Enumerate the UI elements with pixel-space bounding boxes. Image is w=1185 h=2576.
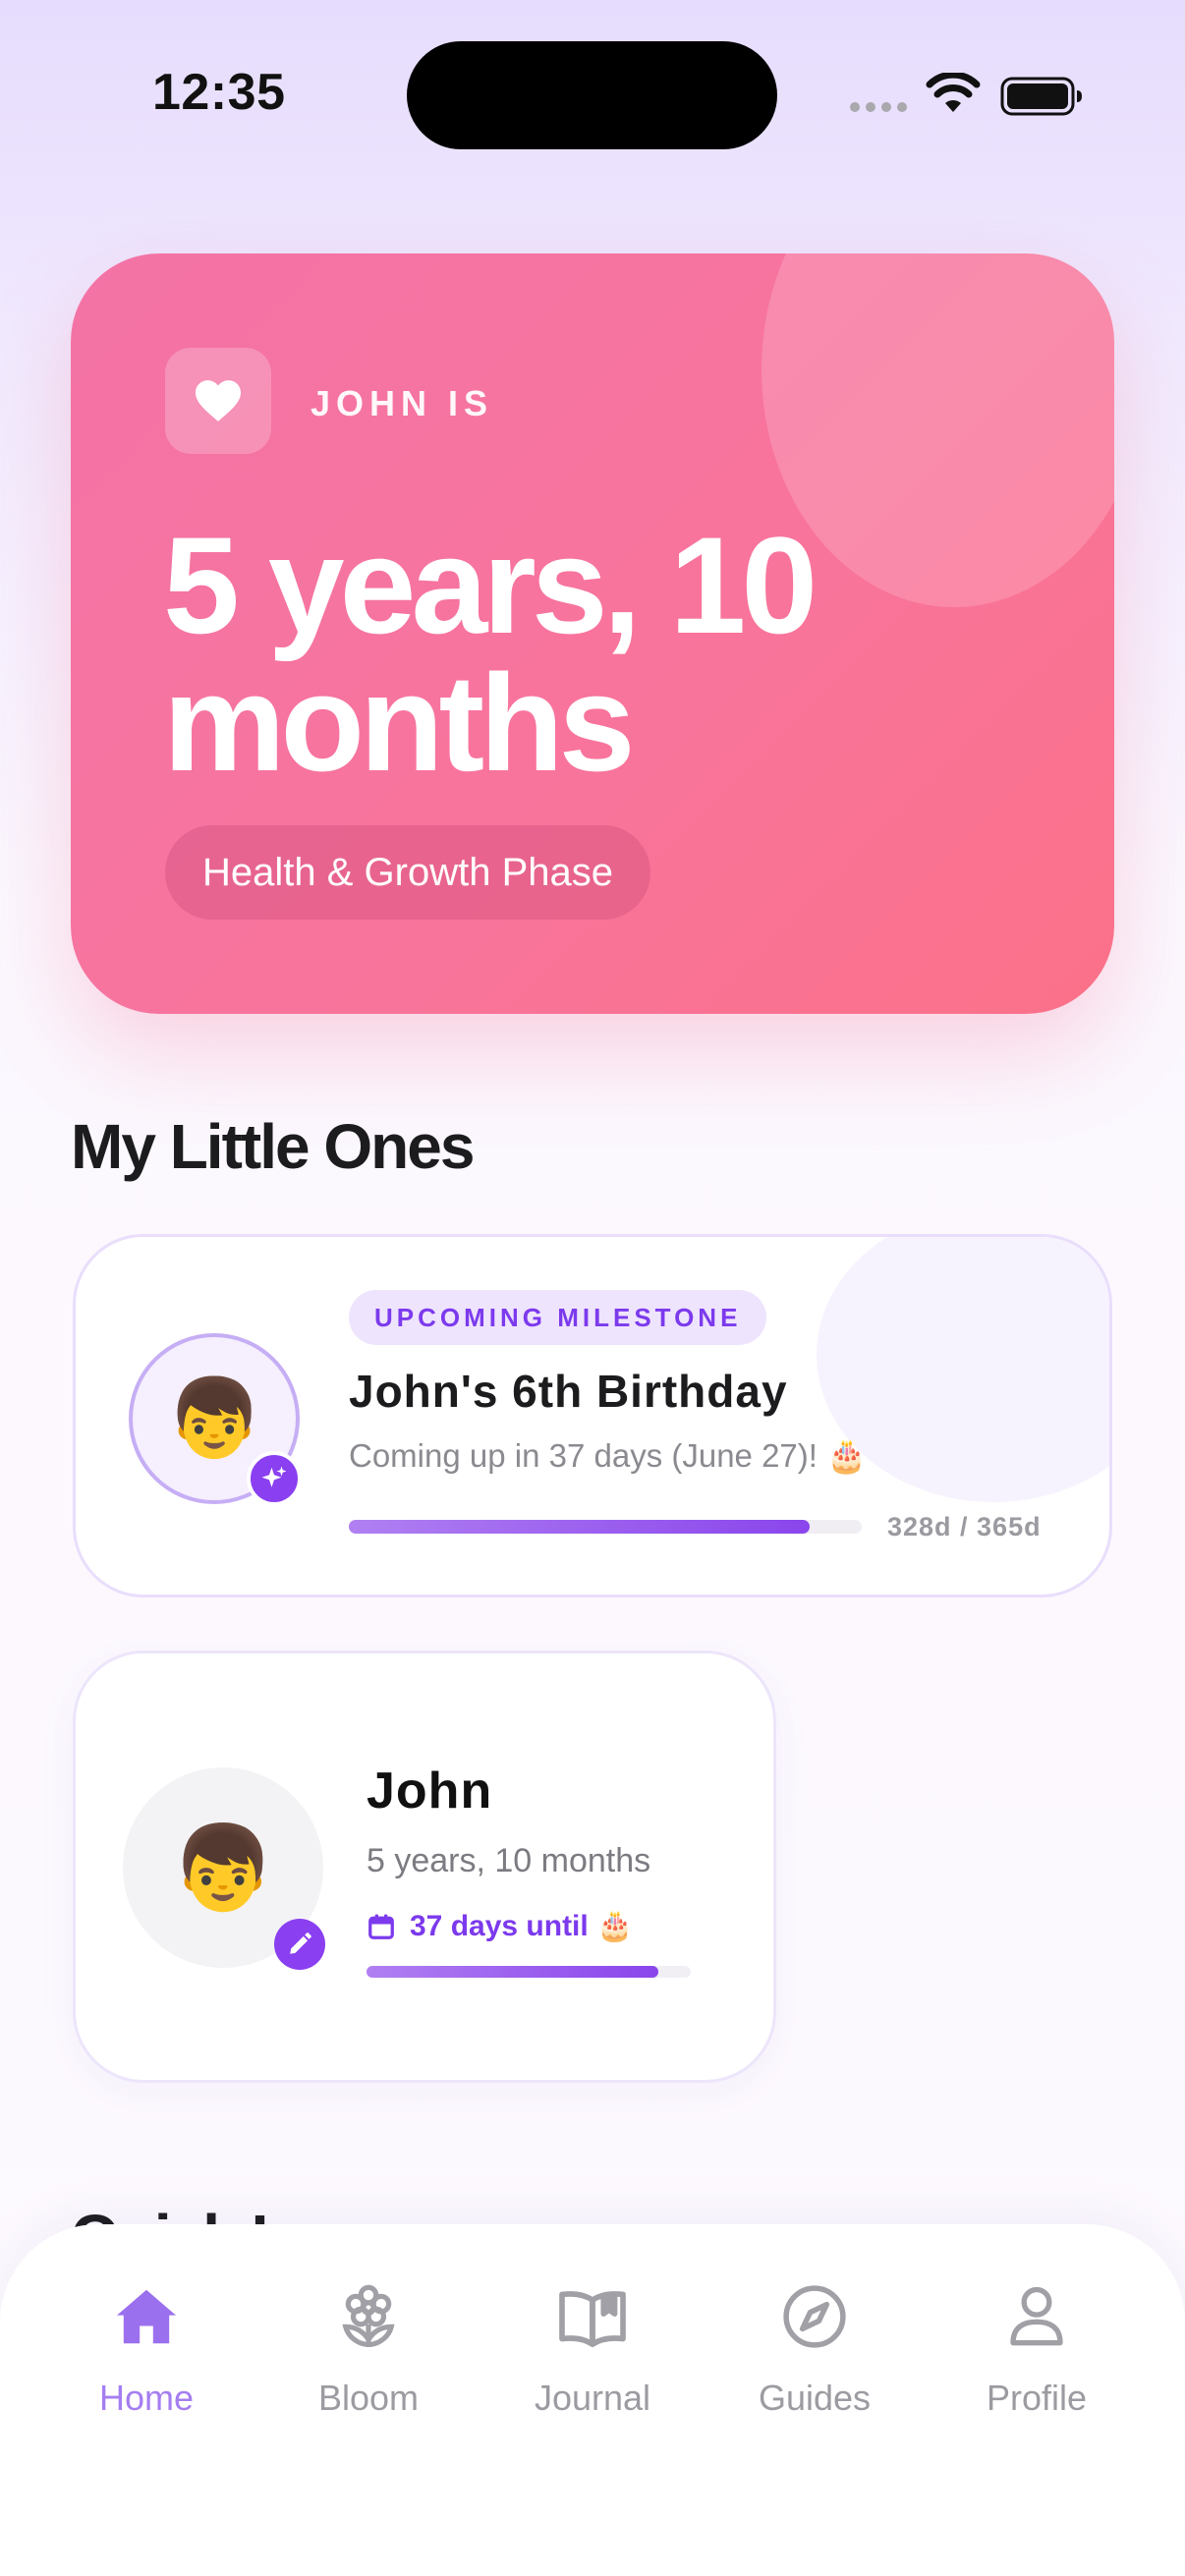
pencil-icon — [290, 1932, 311, 1954]
milestone-subtitle: Coming up in 37 days (June 27)! 🎂 — [349, 1437, 868, 1474]
tab-profile[interactable]: Profile — [943, 2277, 1130, 2419]
child-progress-fill — [367, 1966, 658, 1978]
tab-bloom[interactable]: Bloom — [275, 2277, 462, 2419]
person-icon — [1010, 2286, 1063, 2346]
compass-icon — [783, 2285, 846, 2348]
edit-child-button[interactable] — [274, 1919, 325, 1970]
milestone-progress-fill — [349, 1520, 811, 1534]
bottom-tab-bar: Home Bloom Journal Guides Profile — [0, 2224, 1185, 2576]
birthday-countdown-text: 37 days until 🎂 — [410, 1910, 634, 1942]
child-progress-bar — [367, 1966, 691, 1978]
sparkle-badge — [247, 1451, 302, 1506]
sparkle-icon — [261, 1466, 287, 1487]
milestone-progress-bar — [349, 1520, 862, 1534]
tab-guides[interactable]: Guides — [721, 2277, 908, 2419]
wifi-icon — [926, 73, 981, 112]
tab-label-home: Home — [98, 2378, 195, 2418]
section-title-my-little-ones: My Little Ones — [71, 1111, 475, 1182]
battery-icon — [1000, 77, 1082, 116]
phase-badge: Health & Growth Phase — [165, 825, 650, 920]
hero-icon-box — [165, 348, 271, 454]
upcoming-milestone-card[interactable]: 👦 UPCOMING MILESTONE John's 6th Birthday… — [73, 1234, 1112, 1597]
calendar-icon — [368, 1914, 394, 1939]
hero-label: JOHN IS — [310, 383, 494, 423]
tab-label-bloom: Bloom — [317, 2378, 420, 2418]
heart-icon — [196, 380, 241, 421]
tab-label-journal: Journal — [534, 2378, 651, 2418]
birthday-countdown: 37 days until 🎂 — [367, 1909, 633, 1943]
child-name: John — [367, 1763, 493, 1820]
home-icon — [117, 2289, 176, 2344]
tab-journal[interactable]: Journal — [499, 2277, 686, 2419]
status-bar: 12:35 — [0, 0, 1185, 187]
child-card-john[interactable]: 👦 John 5 years, 10 months 37 days until … — [73, 1651, 776, 2083]
dynamic-island — [407, 41, 777, 149]
milestone-tag: UPCOMING MILESTONE — [349, 1290, 767, 1345]
child-age: 5 years, 10 months — [367, 1842, 651, 1879]
hero-age-value: 5 years, 10 months — [163, 508, 818, 800]
tab-label-guides: Guides — [758, 2378, 872, 2418]
milestone-progress-count: 328d / 365d — [887, 1512, 1042, 1541]
age-hero-card[interactable]: JOHN IS 5 years, 10 months Health & Grow… — [71, 253, 1114, 1014]
tab-label-profile: Profile — [986, 2378, 1088, 2418]
book-icon — [559, 2291, 626, 2347]
tab-home[interactable]: Home — [53, 2277, 240, 2419]
cellular-signal-icon — [850, 102, 907, 112]
flower-icon — [342, 2284, 395, 2347]
milestone-title: John's 6th Birthday — [349, 1366, 788, 1417]
status-time: 12:35 — [152, 64, 286, 121]
